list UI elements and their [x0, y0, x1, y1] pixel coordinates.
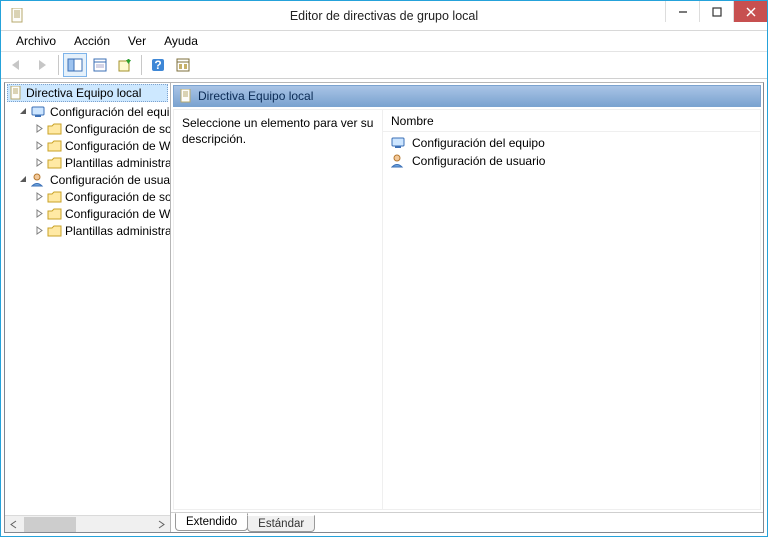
folder-icon: [47, 123, 62, 135]
menu-ver[interactable]: Ver: [119, 32, 155, 51]
toolbar: ?: [1, 52, 767, 79]
tree-item[interactable]: Configuración de Windows: [5, 205, 170, 222]
tree: Directiva Equipo local Configuración del…: [5, 83, 170, 515]
expander-open-icon[interactable]: [19, 175, 28, 184]
window-buttons: [665, 1, 767, 22]
expander-closed-icon[interactable]: [35, 192, 44, 201]
tree-item[interactable]: Plantillas administrativas: [5, 154, 170, 171]
svg-text:?: ?: [154, 58, 161, 72]
client-area: Directiva Equipo local Configuración del…: [4, 82, 764, 533]
tree-label: Configuración de Windows: [65, 139, 170, 153]
show-hide-tree-button[interactable]: [63, 53, 87, 77]
folder-icon: [47, 140, 62, 152]
scroll-right-icon[interactable]: [153, 516, 170, 533]
toolbar-separator: [58, 55, 59, 75]
policy-icon: [10, 86, 22, 100]
policy-icon: [180, 89, 192, 103]
properties-button[interactable]: [88, 53, 112, 77]
tree-root-item[interactable]: Directiva Equipo local: [7, 84, 168, 102]
tab-extendido[interactable]: Extendido: [175, 513, 248, 531]
tree-item[interactable]: Configuración de Windows: [5, 137, 170, 154]
list-area: Nombre Configuración del equipo Configur…: [382, 110, 760, 509]
menu-archivo[interactable]: Archivo: [7, 32, 65, 51]
folder-icon: [47, 157, 62, 169]
back-button: [5, 53, 29, 77]
close-button[interactable]: [733, 1, 767, 22]
expander-closed-icon[interactable]: [35, 209, 44, 218]
tree-label: Plantillas administrativas: [65, 224, 170, 238]
expander-closed-icon[interactable]: [35, 124, 44, 133]
tree-label: Configuración de software: [65, 122, 170, 136]
tree-label: Plantillas administrativas: [65, 156, 170, 170]
folder-icon: [47, 208, 62, 220]
column-nombre[interactable]: Nombre: [391, 112, 760, 130]
list-item[interactable]: Configuración de usuario: [387, 152, 756, 170]
tree-label: Configuración del equipo: [50, 105, 170, 119]
tree-group-computer[interactable]: Configuración del equipo: [5, 103, 170, 120]
user-icon: [391, 154, 407, 168]
toolbar-separator: [141, 55, 142, 75]
expander-closed-icon[interactable]: [35, 158, 44, 167]
folder-icon: [47, 225, 62, 237]
tree-label: Configuración de Windows: [65, 207, 170, 221]
filter-button[interactable]: [171, 53, 195, 77]
column-headers: Nombre: [383, 110, 760, 132]
tree-label: Configuración de usuario: [50, 173, 170, 187]
user-icon: [31, 173, 47, 187]
expander-closed-icon[interactable]: [35, 141, 44, 150]
computer-icon: [31, 105, 47, 119]
expander-open-icon[interactable]: [19, 107, 28, 116]
gpedit-window: Editor de directivas de grupo local Arch…: [0, 0, 768, 537]
details-heading-text: Directiva Equipo local: [198, 89, 313, 103]
scroll-left-icon[interactable]: [5, 516, 22, 533]
list-item-label: Configuración del equipo: [412, 136, 545, 150]
details-pane: Directiva Equipo local Seleccione un ele…: [171, 83, 763, 532]
list-item-label: Configuración de usuario: [412, 154, 545, 168]
details-body: Seleccione un elemento para ver su descr…: [173, 109, 761, 510]
menu-ayuda[interactable]: Ayuda: [155, 32, 207, 51]
tree-label: Configuración de software: [65, 190, 170, 204]
tab-strip: Extendido Estándar: [171, 512, 763, 532]
item-list: Configuración del equipo Configuración d…: [383, 132, 760, 172]
tab-estandar[interactable]: Estándar: [247, 515, 315, 532]
details-heading: Directiva Equipo local: [173, 85, 761, 107]
description-area: Seleccione un elemento para ver su descr…: [174, 110, 382, 509]
computer-icon: [391, 136, 407, 150]
description-text: Seleccione un elemento para ver su descr…: [182, 116, 373, 146]
forward-button: [30, 53, 54, 77]
tree-item[interactable]: Configuración de software: [5, 188, 170, 205]
minimize-button[interactable]: [665, 1, 699, 22]
tree-pane: Directiva Equipo local Configuración del…: [5, 83, 171, 532]
tree-group-user[interactable]: Configuración de usuario: [5, 171, 170, 188]
menubar: Archivo Acción Ver Ayuda: [1, 31, 767, 52]
tree-root-label: Directiva Equipo local: [26, 86, 141, 100]
help-button[interactable]: ?: [146, 53, 170, 77]
tree-item[interactable]: Plantillas administrativas: [5, 222, 170, 239]
menu-accion[interactable]: Acción: [65, 32, 119, 51]
maximize-button[interactable]: [699, 1, 733, 22]
titlebar: Editor de directivas de grupo local: [1, 1, 767, 31]
window-title: Editor de directivas de grupo local: [1, 9, 767, 23]
tree-item[interactable]: Configuración de software: [5, 120, 170, 137]
scroll-thumb[interactable]: [24, 517, 76, 532]
horizontal-scrollbar[interactable]: [5, 515, 170, 532]
list-item[interactable]: Configuración del equipo: [387, 134, 756, 152]
expander-closed-icon[interactable]: [35, 226, 44, 235]
folder-icon: [47, 191, 62, 203]
export-button[interactable]: [113, 53, 137, 77]
